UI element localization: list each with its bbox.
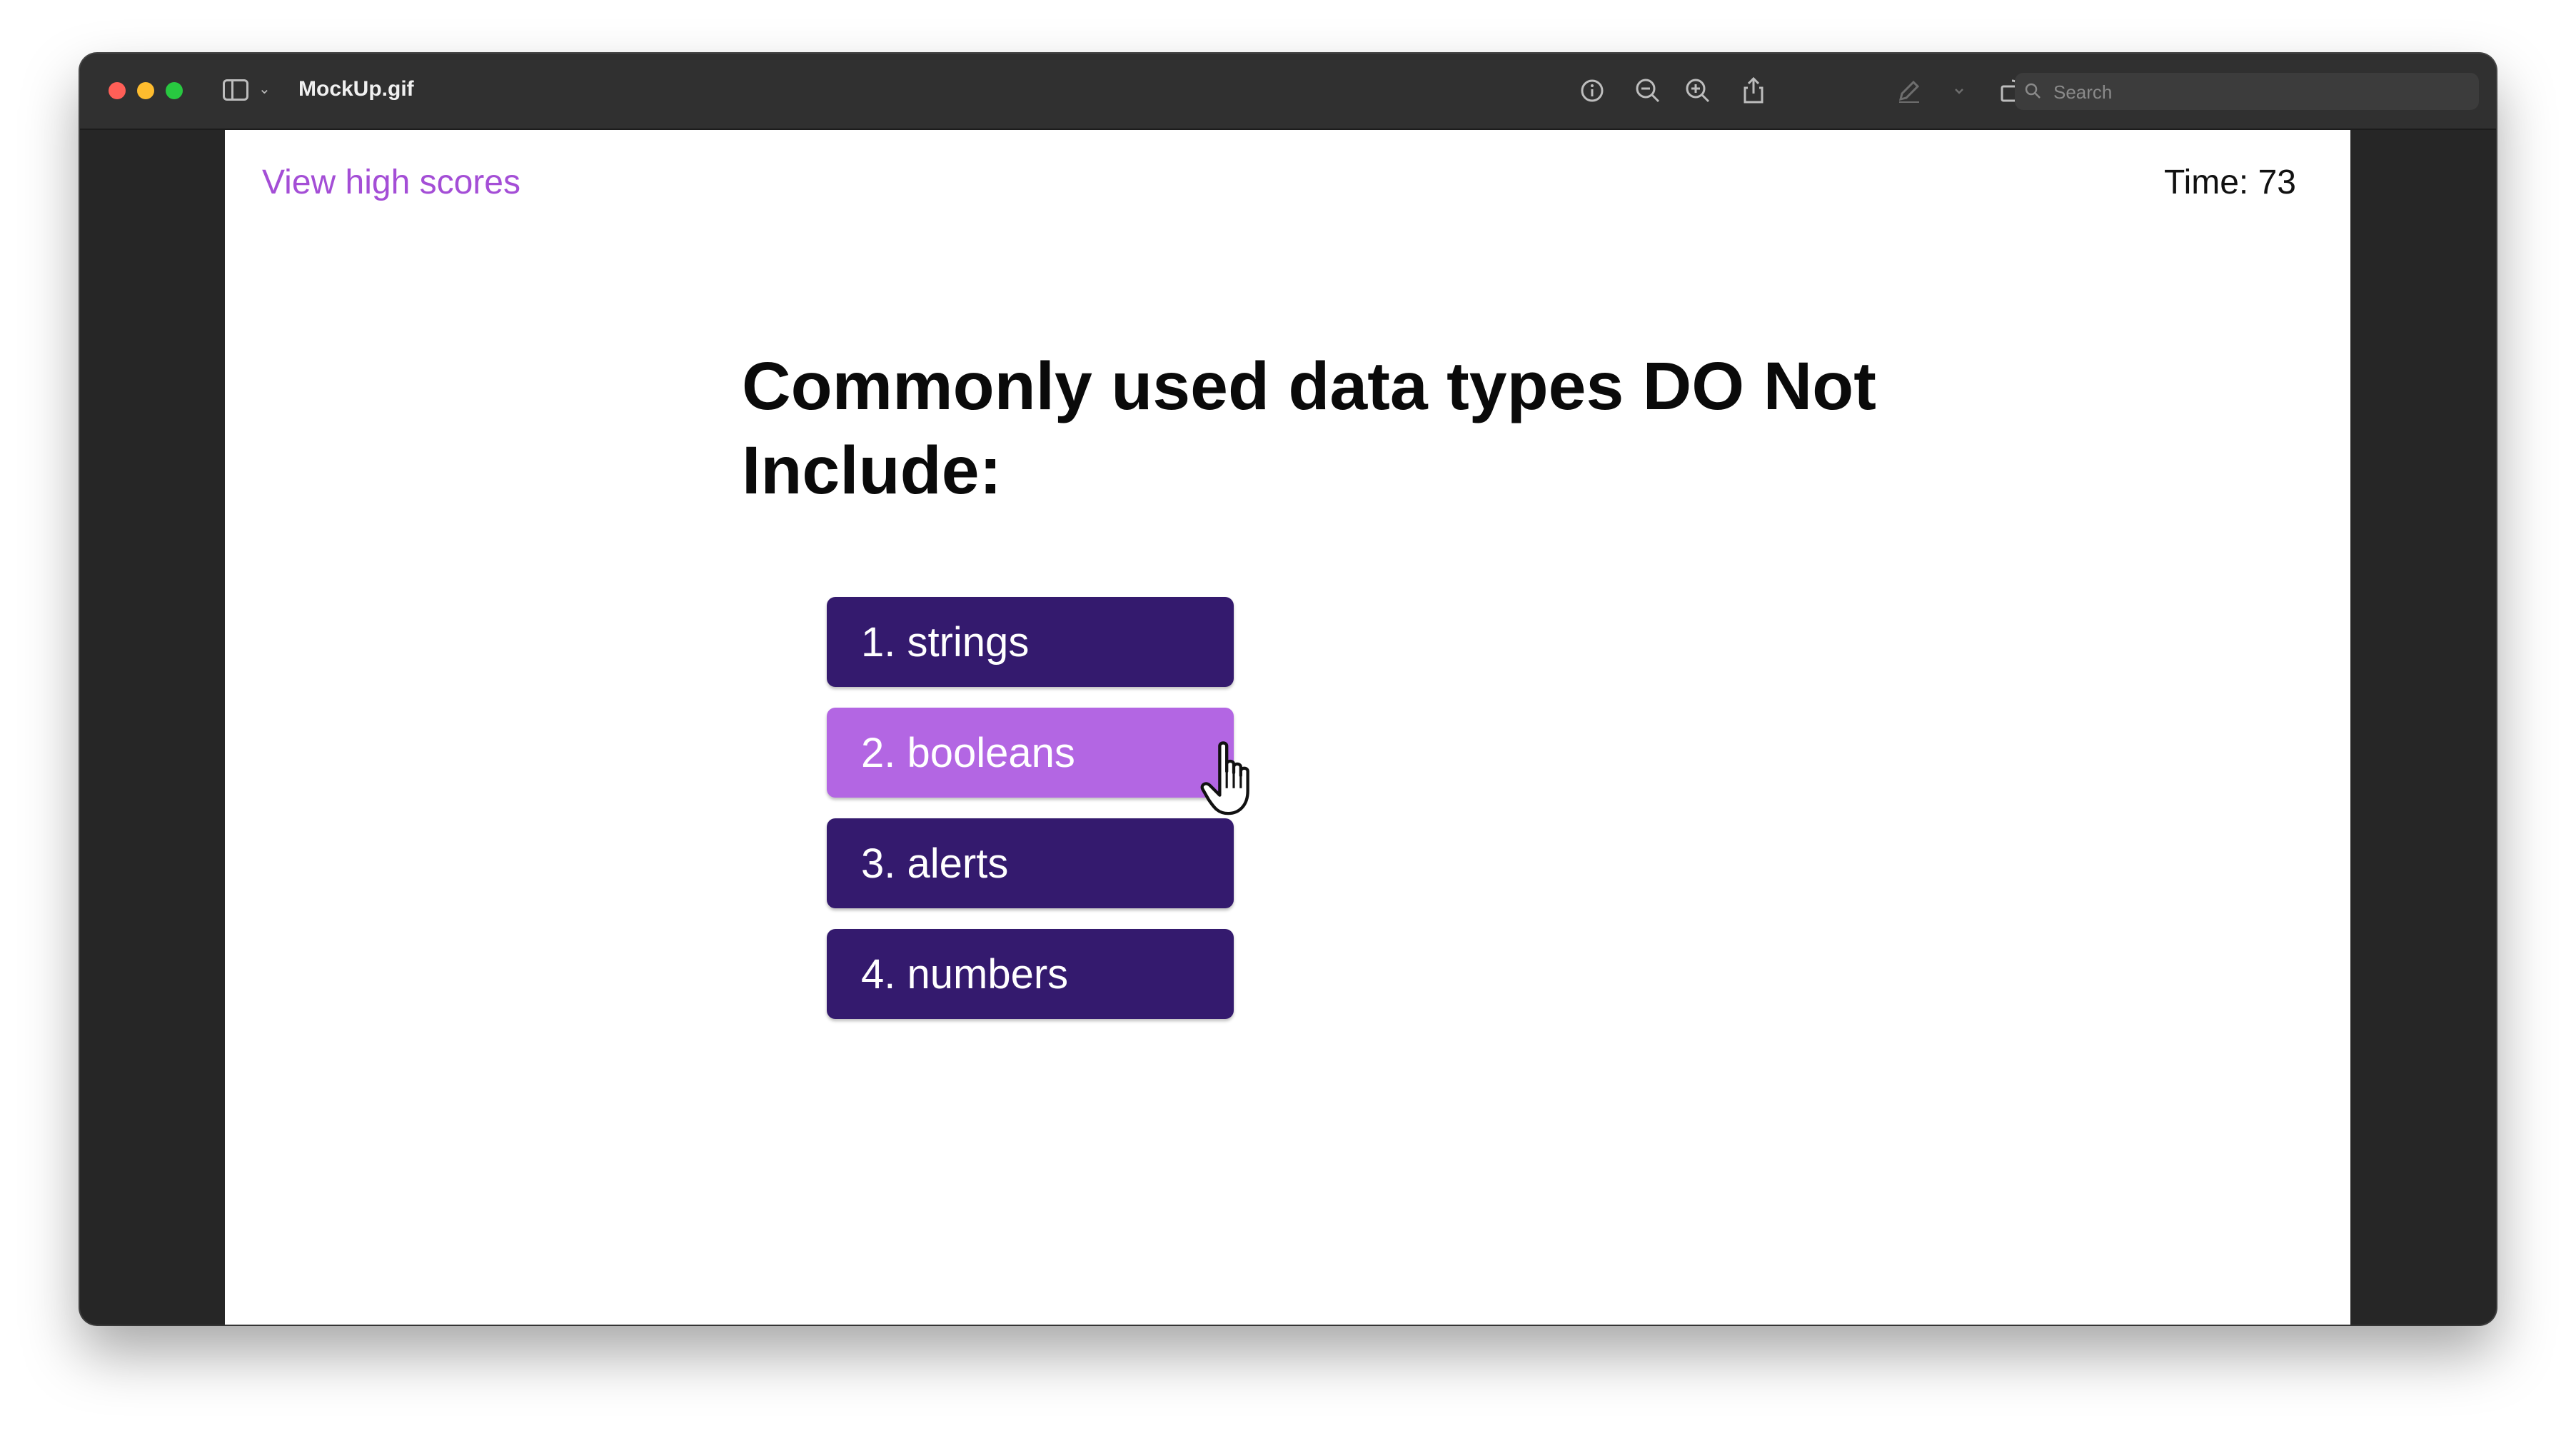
- preview-window: ⌄ MockUp.gif Search View high scores Tim…: [80, 54, 2496, 1325]
- timer: Time: 73: [2164, 164, 2296, 201]
- markup-pen-icon[interactable]: [1893, 75, 1925, 106]
- answer-button-2[interactable]: 2. booleans: [827, 708, 1234, 798]
- search-icon: [2025, 83, 2041, 99]
- search-field[interactable]: [2015, 73, 2479, 111]
- answer-button-3[interactable]: 3. alerts: [827, 818, 1234, 908]
- info-icon[interactable]: [1576, 75, 1608, 106]
- answer-button-1[interactable]: 1. strings: [827, 597, 1234, 687]
- markup-chevron-icon[interactable]: [1943, 75, 1975, 106]
- share-icon[interactable]: [1738, 75, 1769, 106]
- quiz-page: View high scores Time: 73 Commonly used …: [225, 130, 2350, 1325]
- zoom-in-icon[interactable]: [1682, 75, 1714, 106]
- minimize-window-button[interactable]: [137, 82, 154, 99]
- answer-list: 1. strings 2. booleans 3. alerts 4. numb…: [827, 597, 1234, 1040]
- document-title: MockUp.gif: [298, 77, 414, 101]
- search-input[interactable]: [2052, 73, 2469, 111]
- chevron-down-icon[interactable]: ⌄: [258, 82, 271, 96]
- zoom-out-icon[interactable]: [1632, 75, 1664, 106]
- sidebar-toggle-icon[interactable]: [223, 79, 248, 101]
- question-heading: Commonly used data types DO Not Include:: [742, 348, 1876, 508]
- answer-button-4[interactable]: 4. numbers: [827, 929, 1234, 1019]
- maximize-window-button[interactable]: [166, 82, 183, 99]
- title-bar: ⌄ MockUp.gif: [80, 54, 2496, 130]
- close-window-button[interactable]: [109, 82, 126, 99]
- view-high-scores-link[interactable]: View high scores: [262, 161, 520, 204]
